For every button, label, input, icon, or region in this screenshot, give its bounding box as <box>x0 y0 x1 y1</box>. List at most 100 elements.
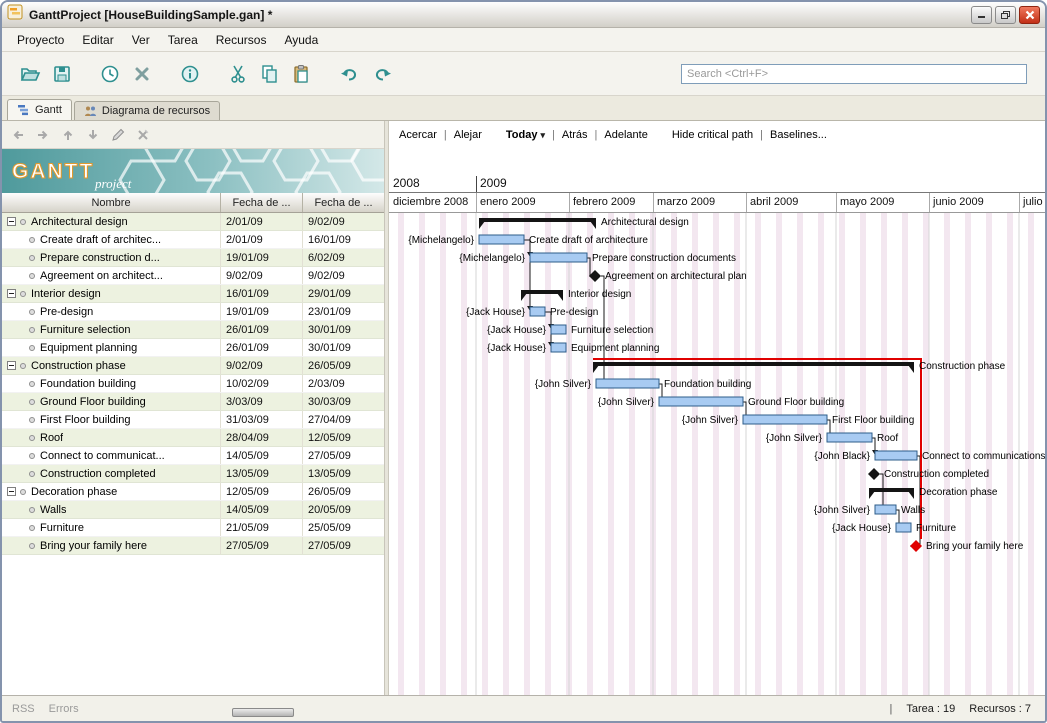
task-bar[interactable] <box>874 504 897 515</box>
move-down-button[interactable] <box>82 124 104 146</box>
task-row[interactable]: Bring your family here 27/05/09 27/05/09 <box>2 537 384 555</box>
task-bar[interactable] <box>742 414 828 425</box>
menu-editar[interactable]: Editar <box>73 30 122 50</box>
weekend-stripe <box>713 213 716 695</box>
cut-button[interactable] <box>222 58 254 90</box>
task-row[interactable]: Roof 28/04/09 12/05/09 <box>2 429 384 447</box>
clock-icon <box>101 65 119 82</box>
task-row[interactable]: First Floor building 31/03/09 27/04/09 <box>2 411 384 429</box>
gantt-chart[interactable]: Architectural design {Michelangelo} Create… <box>389 213 1045 695</box>
arrow-down-icon <box>88 129 98 139</box>
today-dropdown[interactable]: Today ▾ <box>506 129 545 141</box>
title-bar[interactable]: GanttProject [HouseBuildingSample.gan] * <box>2 2 1045 28</box>
menu-proyecto[interactable]: Proyecto <box>8 30 73 50</box>
tab-gantt[interactable]: Gantt <box>7 99 72 120</box>
task-date: 26/05/09 <box>303 483 384 500</box>
menu-tarea[interactable]: Tarea <box>159 30 207 50</box>
minimize-icon <box>977 16 985 18</box>
expander-icon[interactable] <box>7 487 16 496</box>
tab-resources-chart[interactable]: Diagrama de recursos <box>73 101 221 120</box>
minimize-button[interactable] <box>971 5 992 24</box>
weekend-stripe <box>587 213 590 695</box>
task-label: Walls <box>901 505 925 516</box>
task-row[interactable]: Furniture 21/05/09 25/05/09 <box>2 519 384 537</box>
open-project-button[interactable] <box>14 58 46 90</box>
edit-task-button[interactable] <box>107 124 129 146</box>
main-area: GANTT project Nombre Fecha de ... Fecha … <box>2 121 1045 695</box>
task-bar[interactable] <box>826 432 873 443</box>
task-date: 26/01/09 <box>221 339 303 356</box>
expander-icon[interactable] <box>7 361 16 370</box>
indent-left-button[interactable] <box>7 124 29 146</box>
task-row[interactable]: Construction completed 13/05/09 13/05/09 <box>2 465 384 483</box>
errors-link[interactable]: Errors <box>49 703 79 715</box>
summary-bar[interactable] <box>593 362 914 366</box>
task-bar[interactable] <box>595 378 660 389</box>
close-button[interactable] <box>1019 5 1040 24</box>
task-row[interactable]: Agreement on architect... 9/02/09 9/02/09 <box>2 267 384 285</box>
task-bar[interactable] <box>658 396 744 407</box>
menu-recursos[interactable]: Recursos <box>207 30 276 50</box>
column-header-name[interactable]: Nombre <box>2 193 221 212</box>
milestone-diamond[interactable] <box>868 468 880 480</box>
column-header-end[interactable]: Fecha de ... <box>303 193 384 212</box>
properties-button[interactable] <box>174 58 206 90</box>
summary-bar[interactable] <box>869 488 914 492</box>
task-row[interactable]: Furniture selection 26/01/09 30/01/09 <box>2 321 384 339</box>
save-project-button[interactable] <box>46 58 78 90</box>
gantt-chart-canvas[interactable]: Architectural design {Michelangelo} Create… <box>389 213 1045 695</box>
task-label: Construction phase <box>919 361 1006 372</box>
menu-ver[interactable]: Ver <box>123 30 159 50</box>
rss-link[interactable]: RSS <box>12 703 35 715</box>
paste-button[interactable] <box>286 58 318 90</box>
copy-button[interactable] <box>254 58 286 90</box>
menu-ayuda[interactable]: Ayuda <box>275 30 327 50</box>
undo-icon <box>341 68 357 80</box>
task-name-cell: First Floor building <box>2 411 221 428</box>
redo-button[interactable] <box>366 58 398 90</box>
undo-button[interactable] <box>334 58 366 90</box>
horizontal-scrollbar-thumb[interactable] <box>232 708 294 717</box>
weekend-stripe <box>692 213 695 695</box>
task-bar[interactable] <box>550 324 567 335</box>
task-bar[interactable] <box>529 252 588 263</box>
summary-bar[interactable] <box>521 290 563 294</box>
expander-icon[interactable] <box>7 289 16 298</box>
column-header-start[interactable]: Fecha de ... <box>221 193 303 212</box>
expander-icon[interactable] <box>7 217 16 226</box>
search-input[interactable] <box>681 63 1027 84</box>
task-bar[interactable] <box>529 306 546 317</box>
schedule-button[interactable] <box>94 58 126 90</box>
task-bar[interactable] <box>550 342 567 353</box>
task-row[interactable]: Pre-design 19/01/09 23/01/09 <box>2 303 384 321</box>
app-window: GanttProject [HouseBuildingSample.gan] *… <box>0 0 1047 723</box>
baselines-button[interactable]: Baselines... <box>770 129 827 141</box>
task-name-cell: Ground Floor building <box>2 393 221 410</box>
task-row[interactable]: Ground Floor building 3/03/09 30/03/09 <box>2 393 384 411</box>
delete-task-button[interactable] <box>126 58 158 90</box>
task-row[interactable]: Connect to communicat... 14/05/09 27/05/09 <box>2 447 384 465</box>
unlink-button[interactable] <box>132 124 154 146</box>
scroll-forward-button[interactable]: Adelante <box>604 129 647 141</box>
zoom-out-button[interactable]: Alejar <box>454 129 482 141</box>
task-label: Create draft of architecture <box>529 235 648 246</box>
task-bar[interactable] <box>874 450 918 461</box>
task-bar[interactable] <box>895 522 912 533</box>
restore-button[interactable] <box>995 5 1016 24</box>
task-row[interactable]: Decoration phase 12/05/09 26/05/09 <box>2 483 384 501</box>
hide-critical-path-button[interactable]: Hide critical path <box>672 129 753 141</box>
task-row[interactable]: Architectural design 2/01/09 9/02/09 <box>2 213 384 231</box>
indent-right-button[interactable] <box>32 124 54 146</box>
task-row[interactable]: Interior design 16/01/09 29/01/09 <box>2 285 384 303</box>
task-row[interactable]: Walls 14/05/09 20/05/09 <box>2 501 384 519</box>
task-row[interactable]: Construction phase 9/02/09 26/05/09 <box>2 357 384 375</box>
move-up-button[interactable] <box>57 124 79 146</box>
task-bar[interactable] <box>478 234 525 245</box>
zoom-in-button[interactable]: Acercar <box>399 129 437 141</box>
summary-bar[interactable] <box>479 218 596 222</box>
scroll-back-button[interactable]: Atrás <box>562 129 588 141</box>
task-row[interactable]: Create draft of architec... 2/01/09 16/01/… <box>2 231 384 249</box>
task-row[interactable]: Foundation building 10/02/09 2/03/09 <box>2 375 384 393</box>
task-row[interactable]: Equipment planning 26/01/09 30/01/09 <box>2 339 384 357</box>
task-row[interactable]: Prepare construction d... 19/01/09 6/02/09 <box>2 249 384 267</box>
